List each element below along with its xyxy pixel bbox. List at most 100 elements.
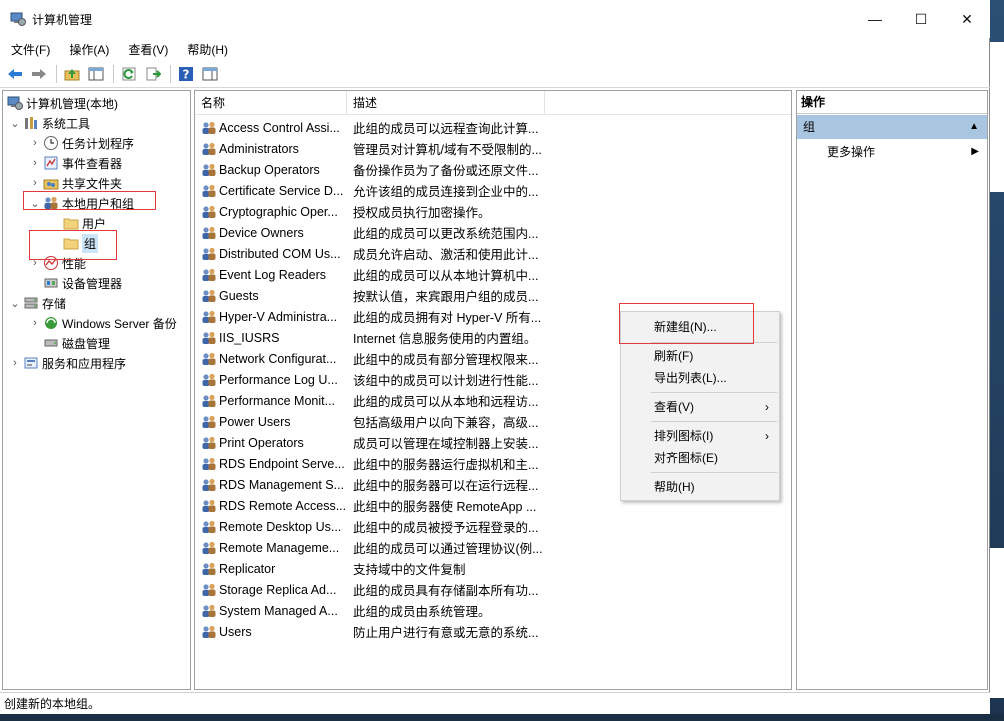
- actions-pane: 操作 组 ▲ 更多操作 ▶: [796, 90, 988, 690]
- menu-item-label: 帮助(H): [654, 480, 695, 494]
- up-folder-icon: [64, 68, 80, 80]
- export-list-button[interactable]: [142, 63, 164, 85]
- menu-help[interactable]: 帮助(H): [176, 41, 236, 58]
- list-item[interactable]: Remote Desktop Us... 此组中的成员被授予远程登录的...: [195, 516, 791, 537]
- tree-item-root[interactable]: 计算机管理(本地): [5, 93, 118, 113]
- group-name: Remote Desktop Us...: [219, 519, 342, 534]
- group-icon: [202, 205, 216, 218]
- group-description: 此组的成员可以远程查询此计算...: [353, 122, 539, 136]
- tree-item[interactable]: ⌄ 存储: [9, 293, 66, 313]
- submenu-arrow-icon: ›: [765, 400, 769, 414]
- list-item[interactable]: Access Control Assi... 此组的成员可以远程查询此计算...: [195, 117, 791, 138]
- refresh-menu-item[interactable]: 刷新(F): [621, 345, 779, 367]
- group-description: 管理员对计算机/域有不受限制的...: [353, 143, 542, 157]
- tree-item[interactable]: › 服务和应用程序: [9, 353, 126, 373]
- back-arrow-icon: [8, 68, 22, 79]
- forward-button[interactable]: [28, 63, 50, 85]
- tree-item-label: 事件查看器: [62, 156, 123, 171]
- menu-file[interactable]: 文件(F): [0, 41, 58, 58]
- group-icon: [202, 310, 216, 323]
- group-description: 此组的成员具有存储副本所有功...: [353, 584, 539, 598]
- group-name: Replicator: [219, 561, 276, 576]
- group-icon: [202, 268, 216, 281]
- list-item[interactable]: Device Owners 此组的成员可以更改系统范围内...: [195, 222, 791, 243]
- device-manager-icon: [44, 278, 58, 288]
- action-pane-button[interactable]: [199, 63, 221, 85]
- group-name: Hyper-V Administra...: [219, 309, 338, 324]
- collapsed-chevron-icon[interactable]: ›: [29, 157, 41, 169]
- backup-icon: [45, 317, 57, 329]
- tree-item-label: Windows Server 备份: [62, 316, 177, 331]
- tree-item[interactable]: 设备管理器: [29, 273, 122, 293]
- collapsed-chevron-icon[interactable]: ›: [9, 357, 21, 369]
- group-description: 此组的成员可以从本地和远程访...: [353, 395, 539, 409]
- group-icon: [202, 352, 216, 365]
- group-icon: [202, 541, 216, 554]
- help-button[interactable]: ?: [175, 63, 197, 85]
- group-icon: [202, 331, 216, 344]
- tree-item-label: 共享文件夹: [62, 176, 123, 191]
- up-folder-button[interactable]: [61, 63, 83, 85]
- arrange-icons-menu-item[interactable]: 排列图标(I) ›: [621, 425, 779, 447]
- collapsed-chevron-icon[interactable]: ›: [29, 177, 41, 189]
- list-item[interactable]: Event Log Readers 此组的成员可以从本地计算机中...: [195, 264, 791, 285]
- minimize-button[interactable]: —: [852, 0, 898, 38]
- group-name: Certificate Service D...: [219, 183, 344, 198]
- list-item[interactable]: System Managed A... 此组的成员由系统管理。: [195, 600, 791, 621]
- window-title: 计算机管理: [32, 12, 93, 27]
- tools-icon: [25, 117, 37, 129]
- tree-item[interactable]: › 共享文件夹: [29, 173, 122, 193]
- group-description: 该组中的成员可以计划进行性能...: [353, 374, 539, 388]
- list-item[interactable]: Replicator 支持域中的文件复制: [195, 558, 791, 579]
- background-window-edge: [988, 548, 1004, 698]
- collapsed-chevron-icon[interactable]: ›: [29, 137, 41, 149]
- expanded-chevron-icon[interactable]: ⌄: [9, 117, 21, 130]
- line-up-icons-menu-item[interactable]: 对齐图标(E): [621, 447, 779, 469]
- tree-item[interactable]: › 任务计划程序: [29, 133, 134, 153]
- refresh-button[interactable]: [118, 63, 140, 85]
- group-name: Administrators: [219, 141, 299, 156]
- group-description: 此组中的成员有部分管理权限来...: [353, 353, 539, 367]
- list-item[interactable]: Distributed COM Us... 成员允许启动、激活和使用此计...: [195, 243, 791, 264]
- tree-item[interactable]: › 事件查看器: [29, 153, 122, 173]
- back-button[interactable]: [4, 63, 26, 85]
- maximize-button[interactable]: ☐: [898, 0, 944, 38]
- tree-item[interactable]: ⌄ 系统工具: [9, 113, 90, 133]
- list-item[interactable]: Backup Operators 备份操作员为了备份或还原文件...: [195, 159, 791, 180]
- view-menu-item[interactable]: 查看(V) ›: [621, 396, 779, 418]
- list-item[interactable]: Certificate Service D... 允许该组的成员连接到企业中的..…: [195, 180, 791, 201]
- list-item[interactable]: Remote Manageme... 此组的成员可以通过管理协议(例...: [195, 537, 791, 558]
- storage-icon: [24, 297, 38, 309]
- computer-management-icon: [7, 96, 23, 110]
- group-description: 此组中的服务器运行虚拟机和主...: [353, 458, 539, 472]
- column-header-description[interactable]: 描述: [347, 91, 545, 115]
- list-item[interactable]: Cryptographic Oper... 授权成员执行加密操作。: [195, 201, 791, 222]
- context-menu: 新建组(N)... 刷新(F) 导出列表(L)... 查看(V) › 排列图标(I) › 对齐…: [619, 303, 780, 501]
- group-name: Users: [219, 624, 252, 639]
- actions-group-label: 组: [803, 120, 816, 134]
- export-list-menu-item[interactable]: 导出列表(L)...: [621, 367, 779, 389]
- list-item[interactable]: Users 防止用户进行有意或无意的系统...: [195, 621, 791, 642]
- menu-action[interactable]: 操作(A): [58, 41, 117, 58]
- actions-group-header[interactable]: 组 ▲: [797, 115, 987, 139]
- show-hide-tree-button[interactable]: [85, 63, 107, 85]
- close-button[interactable]: ✕: [944, 0, 990, 38]
- tree-item[interactable]: 磁盘管理: [29, 333, 110, 353]
- column-header-name[interactable]: 名称: [195, 91, 347, 115]
- tree-item-label: 设备管理器: [62, 276, 123, 291]
- tree-item[interactable]: › Windows Server 备份: [29, 313, 177, 333]
- list-item[interactable]: Administrators 管理员对计算机/域有不受限制的...: [195, 138, 791, 159]
- group-description: 允许该组的成员连接到企业中的...: [353, 185, 539, 199]
- list-item[interactable]: Storage Replica Ad... 此组的成员具有存储副本所有功...: [195, 579, 791, 600]
- expanded-chevron-icon[interactable]: ⌄: [9, 297, 21, 310]
- menu-view[interactable]: 查看(V): [117, 41, 176, 58]
- group-icon: [202, 289, 216, 302]
- show-hide-tree-icon: [88, 67, 104, 80]
- group-description: 授权成员执行加密操作。: [353, 206, 491, 220]
- help-menu-item[interactable]: 帮助(H): [621, 476, 779, 498]
- list-header: 名称 描述: [195, 91, 791, 115]
- more-actions-item[interactable]: 更多操作 ▶: [797, 141, 987, 163]
- collapsed-chevron-icon[interactable]: ›: [29, 317, 41, 329]
- minimize-icon: —: [868, 11, 882, 27]
- group-name: Device Owners: [219, 225, 304, 240]
